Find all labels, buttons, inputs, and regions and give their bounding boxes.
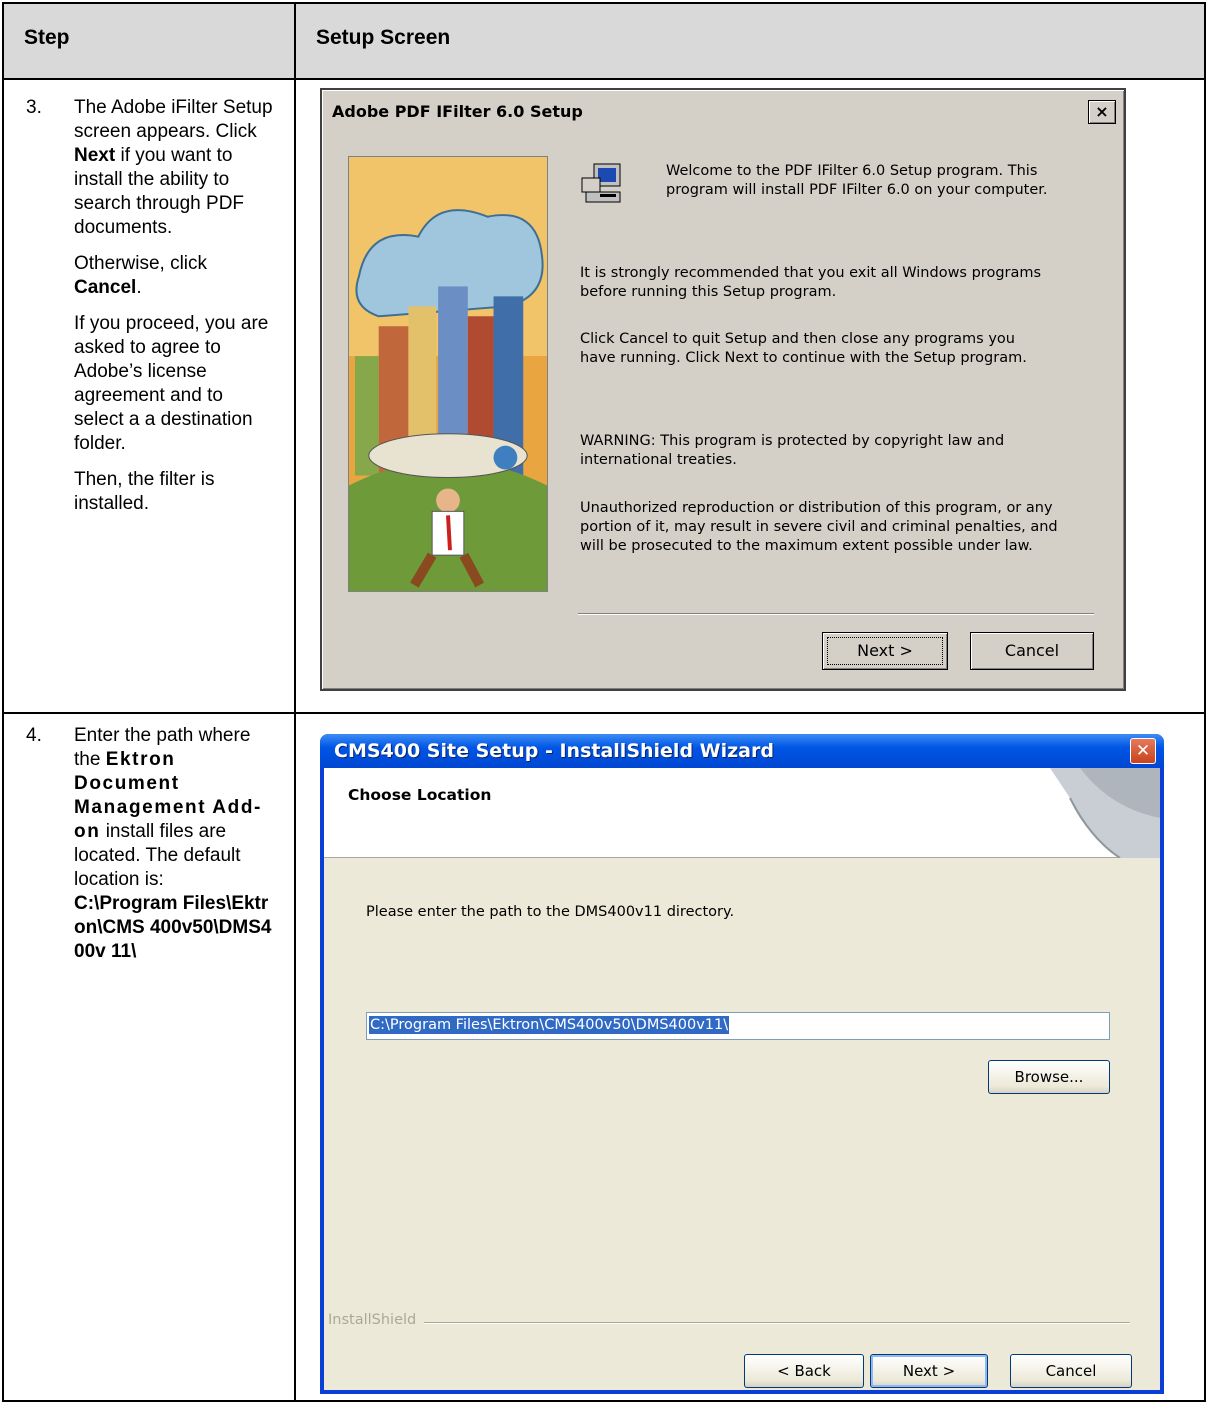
column-divider <box>294 4 296 1400</box>
adobe-illustration <box>348 156 548 592</box>
computer-setup-icon <box>581 163 621 203</box>
dialog-title: Adobe PDF IFilter 6.0 Setup <box>332 102 583 121</box>
recommend-text: It is strongly recommended that you exit… <box>580 265 1042 300</box>
default-path: C:\Program Files\Ektron\CMS 400v50\DMS40… <box>74 893 272 962</box>
close-button[interactable]: ✕ <box>1130 738 1156 764</box>
wizard-heading: Choose Location <box>348 786 492 804</box>
next-button[interactable]: Next > <box>870 1354 988 1388</box>
installshield-label: InstallShield <box>328 1312 425 1328</box>
path-prompt: Please enter the path to the DMS400v11 d… <box>366 904 735 920</box>
dialog-title: CMS400 Site Setup - InstallShield Wizard <box>334 740 774 762</box>
step-3-paragraph-1: The Adobe iFilter Setup screen appears. … <box>74 97 273 238</box>
welcome-text: Welcome to the PDF IFilter 6.0 Setup pro… <box>666 163 1048 198</box>
browse-button[interactable]: Browse... <box>988 1060 1110 1094</box>
installshield-banner-icon <box>1050 768 1160 858</box>
step-3-paragraph-2: Otherwise, click Cancel. <box>74 253 208 298</box>
step-3-paragraph-4: Then, the filter is installed. <box>74 469 215 514</box>
step-3-paragraph-3: If you proceed, you are asked to agree t… <box>74 313 269 454</box>
close-icon: × <box>1095 102 1109 121</box>
close-icon: ✕ <box>1135 741 1151 761</box>
separator <box>578 613 1094 615</box>
header-step: Step <box>24 26 70 49</box>
cancel-button[interactable]: Cancel <box>1010 1354 1132 1388</box>
installshield-wizard-dialog: CMS400 Site Setup - InstallShield Wizard… <box>320 734 1164 1394</box>
wizard-banner: Choose Location <box>324 768 1160 858</box>
step-4-paragraph: Enter the path where the Ektron Document… <box>74 725 272 962</box>
unauthorized-text: Unauthorized reproduction or distributio… <box>580 500 1058 554</box>
path-input[interactable]: C:\Program Files\Ektron\CMS400v50\DMS400… <box>366 1012 1110 1040</box>
dialog-titlebar: CMS400 Site Setup - InstallShield Wizard… <box>320 734 1164 768</box>
step-number: 4. <box>26 725 42 746</box>
close-button[interactable]: × <box>1088 100 1116 124</box>
path-input-value: C:\Program Files\Ektron\CMS400v50\DMS400… <box>369 1016 730 1034</box>
back-button[interactable]: < Back <box>744 1354 864 1388</box>
warning-text: WARNING: This program is protected by co… <box>580 433 1005 468</box>
next-button[interactable]: Next > <box>822 632 948 670</box>
dialog-body: Choose Location Please enter the path to… <box>324 768 1160 1390</box>
step-number: 3. <box>26 97 42 118</box>
adobe-ifilter-setup-dialog: Adobe PDF IFilter 6.0 Setup × Welcome to… <box>320 88 1126 691</box>
header-setup-screen: Setup Screen <box>316 26 451 49</box>
cancel-info-text: Click Cancel to quit Setup and then clos… <box>580 331 1027 366</box>
cancel-button[interactable]: Cancel <box>970 632 1094 670</box>
table-header: Step Setup Screen <box>4 4 1204 80</box>
installshield-separator <box>328 1322 1130 1324</box>
dialog-titlebar: Adobe PDF IFilter 6.0 Setup × <box>326 94 1120 130</box>
row-divider <box>4 712 1204 714</box>
